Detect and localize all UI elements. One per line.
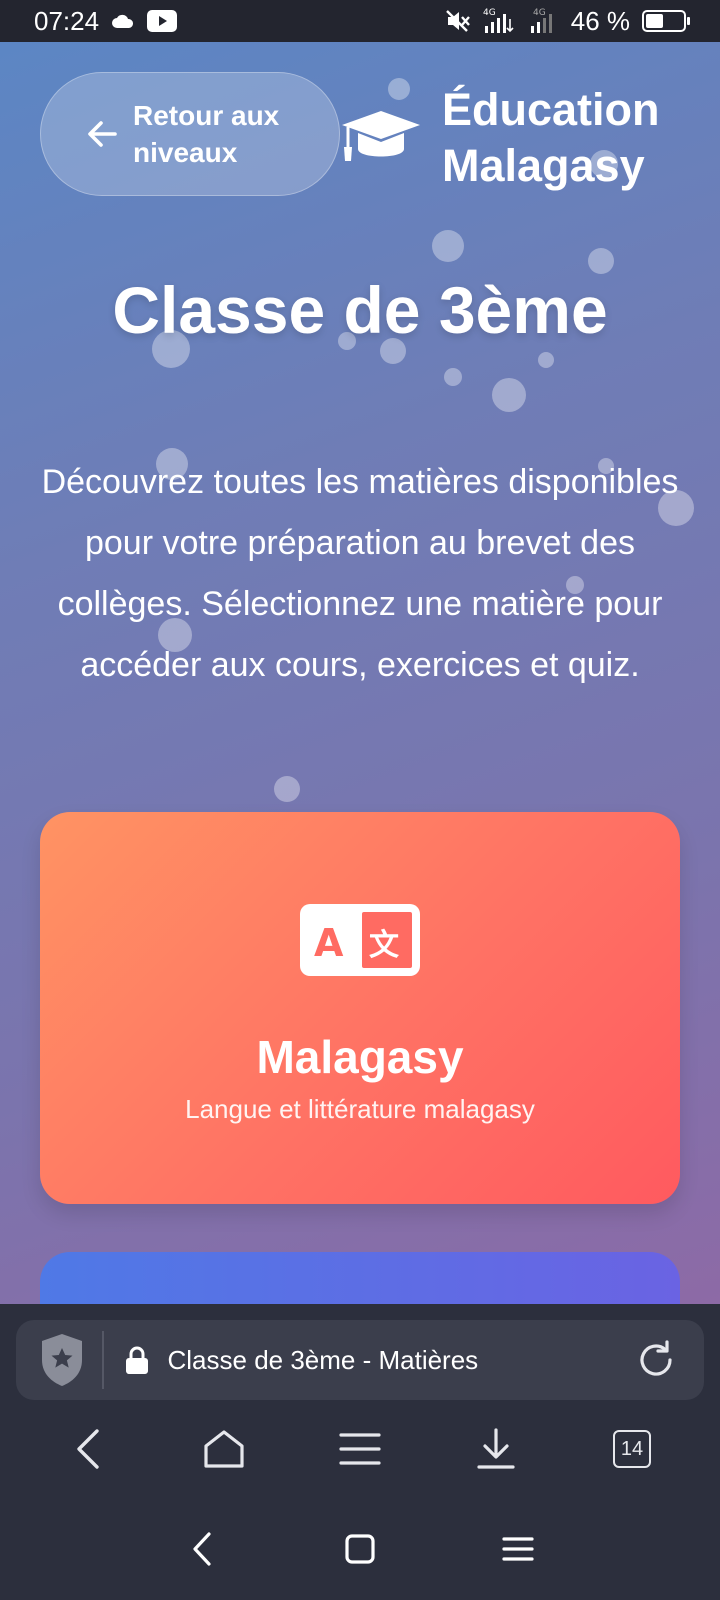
mute-icon	[445, 10, 470, 32]
menu-icon	[339, 1433, 381, 1465]
intro-text: Découvrez toutes les matières disponible…	[41, 463, 679, 684]
download-icon	[477, 1428, 515, 1469]
subject-description: Langue et littérature malagasy	[185, 1094, 535, 1124]
browser-back-button[interactable]	[58, 1419, 118, 1479]
system-home-button[interactable]	[336, 1525, 384, 1573]
status-bar: 07:24 4G 4G 46 %	[0, 0, 720, 42]
browser-toolbar: Classe de 3ème - Matières 14	[0, 1304, 720, 1600]
system-recents-button[interactable]	[494, 1525, 542, 1573]
status-bar-right: 4G 4G 46 %	[445, 5, 690, 37]
decorative-bubble	[492, 378, 526, 412]
page-content[interactable]: Retour aux niveaux Éducation Malagasy Cl…	[0, 42, 720, 1304]
browser-tabs-button[interactable]: 14	[602, 1419, 662, 1479]
language-translate-icon: A 文	[300, 904, 420, 976]
menu-icon	[502, 1537, 534, 1561]
signal-4g-2-icon: 4G	[530, 8, 552, 33]
chevron-left-icon	[77, 1429, 99, 1469]
lock-icon	[125, 1346, 148, 1374]
status-bar-left: 07:24	[34, 5, 178, 37]
svg-text:文: 文	[369, 928, 399, 963]
brand-logo[interactable]: Éducation Malagasy	[340, 82, 682, 194]
graduation-cap-icon	[342, 111, 420, 161]
shield-icon[interactable]	[40, 1332, 84, 1388]
battery-level	[646, 14, 663, 28]
page-title-url: Classe de 3ème - Matières	[167, 1344, 479, 1375]
system-back-button[interactable]	[178, 1525, 226, 1573]
subject-card-next[interactable]	[40, 1252, 680, 1304]
brand-name: Éducation Malagasy	[442, 84, 660, 191]
back-to-levels-button[interactable]: Retour aux niveaux	[40, 72, 340, 196]
browser-menu-button[interactable]	[330, 1419, 390, 1479]
cloud-icon	[112, 14, 134, 28]
subject-name: Malagasy	[256, 1031, 464, 1083]
reload-icon[interactable]	[634, 1338, 678, 1382]
youtube-icon	[147, 10, 178, 32]
arrow-left-icon	[88, 121, 117, 147]
svg-text:4G: 4G	[533, 8, 546, 18]
battery-percent: 46 %	[570, 5, 630, 36]
svg-text:A: A	[314, 921, 344, 965]
tab-count-badge: 14	[613, 1430, 651, 1468]
decorative-bubble	[444, 368, 462, 386]
page-title: Classe de 3ème	[112, 273, 608, 347]
decorative-bubble	[274, 776, 300, 802]
browser-download-button[interactable]	[466, 1419, 526, 1479]
browser-home-button[interactable]	[194, 1419, 254, 1479]
back-button-label: Retour aux niveaux	[133, 100, 280, 168]
home-icon	[204, 1430, 244, 1468]
address-bar[interactable]: Classe de 3ème - Matières	[16, 1320, 704, 1400]
decorative-bubble	[588, 248, 614, 274]
chevron-left-icon	[193, 1532, 211, 1566]
decorative-bubble	[432, 230, 464, 262]
system-nav-bar	[0, 1504, 720, 1594]
signal-4g-icon: 4G	[483, 8, 514, 33]
browser-nav-row: 14	[0, 1404, 720, 1494]
decorative-bubble	[538, 352, 554, 368]
battery-icon	[642, 10, 690, 32]
address-bar-divider	[102, 1331, 104, 1389]
square-icon	[345, 1534, 375, 1564]
svg-text:4G: 4G	[483, 8, 496, 18]
subject-card-malagasy[interactable]: A 文 Malagasy Langue et littérature malag…	[40, 812, 680, 1204]
status-time: 07:24	[34, 5, 100, 36]
